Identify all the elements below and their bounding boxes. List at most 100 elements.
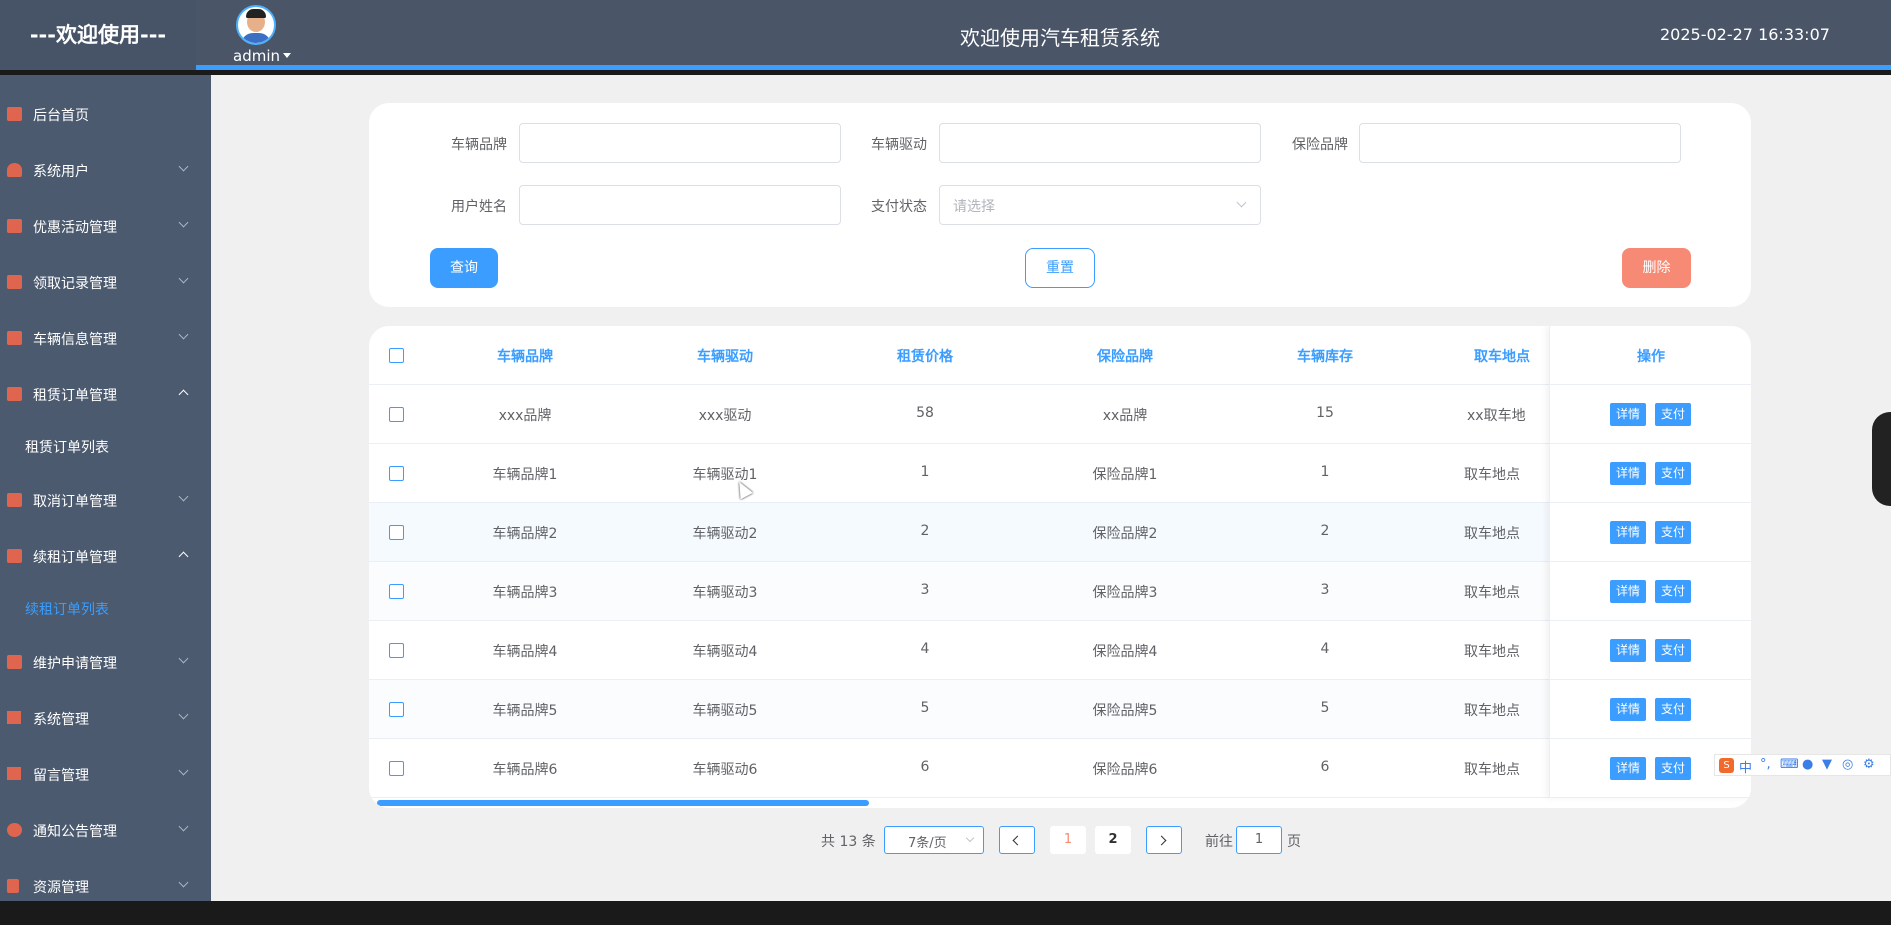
column-header-price[interactable]: 租赁价格 [825,346,1025,366]
column-header-drive[interactable]: 车辆驱动 [625,346,825,366]
query-button[interactable]: 查询 [430,248,498,288]
user-avatar[interactable] [236,5,276,45]
ime-punctuation-icon[interactable]: °, [1760,757,1771,772]
row-checkbox[interactable] [389,407,404,422]
next-page-button[interactable] [1146,826,1182,854]
goto-suffix: 页 [1287,834,1301,850]
table-row[interactable]: 车辆品牌6 车辆驱动6 6 保险品牌6 6 取车地点 [369,739,1751,798]
table-row[interactable]: 车辆品牌3 车辆驱动3 3 保险品牌3 3 取车地点 [369,562,1751,621]
cell-brand: 车辆品牌5 [492,703,558,719]
sidebar-subitem-rental-order-list[interactable]: 租赁订单列表 [25,437,109,457]
chevron-down-icon [965,833,975,843]
horizontal-scrollbar[interactable] [377,800,869,806]
table-row[interactable]: 车辆品牌2 车辆驱动2 2 保险品牌2 2 取车地点 [369,503,1751,562]
pay-button[interactable]: 支付 [1655,580,1691,603]
sidebar-item-messages[interactable]: 留言管理 [0,754,211,794]
column-header-stock[interactable]: 车辆库存 [1225,346,1425,366]
table-row[interactable]: 车辆品牌5 车辆驱动5 5 保险品牌5 5 取车地点 [369,680,1751,739]
cell-stock: 5 [1320,700,1330,716]
delete-button[interactable]: 删除 [1622,248,1691,288]
row-checkbox[interactable] [389,466,404,481]
reset-button[interactable]: 重置 [1025,248,1095,288]
sidebar-item-notices[interactable]: 通知公告管理 [0,810,211,850]
user-menu-dropdown[interactable]: admin [233,47,291,65]
insurance-filter-input[interactable] [1359,123,1681,163]
table-row[interactable]: 车辆品牌4 车辆驱动4 4 保险品牌4 4 取车地点 [369,621,1751,680]
sidebar-item-claim-records[interactable]: 领取记录管理 [0,262,211,302]
detail-button[interactable]: 详情 [1610,521,1646,544]
row-checkbox[interactable] [389,584,404,599]
ime-user-icon[interactable]: ● [1802,757,1813,772]
row-checkbox[interactable] [389,643,404,658]
pay-button[interactable]: 支付 [1655,639,1691,662]
goto-page-input[interactable]: 1 [1236,826,1282,854]
ime-voice-icon[interactable]: ◎ [1842,757,1853,772]
table-row[interactable]: xxx品牌 xxx驱动 58 xx品牌 15 xx取车地 [369,385,1751,444]
sidebar-item-label: 系统用户 [33,164,89,180]
detail-button[interactable]: 详情 [1610,639,1646,662]
page-number-1[interactable]: 1 [1050,826,1086,854]
sidebar-item-promotions[interactable]: 优惠活动管理 [0,206,211,246]
cell-brand: 车辆品牌6 [492,762,558,778]
user-name: admin [233,47,280,65]
sidebar-item-rental-orders[interactable]: 租赁订单管理 [0,374,211,414]
ime-skin-icon[interactable]: ▼ [1822,757,1832,772]
row-checkbox[interactable] [389,702,404,717]
sidebar-item-system-users[interactable]: 系统用户 [0,150,211,190]
sidebar-item-renewal-orders[interactable]: 续租订单管理 [0,536,211,576]
ime-mode-toggle[interactable]: 中 [1739,757,1752,776]
pay-button[interactable]: 支付 [1655,521,1691,544]
pagination-total: 共 13 条 [821,834,876,850]
sidebar-item-label: 维护申请管理 [33,656,117,672]
cell-stock: 15 [1316,405,1334,421]
chart-line-icon [7,655,22,669]
select-all-checkbox[interactable] [389,348,404,363]
sidebar-item-vehicle-info[interactable]: 车辆信息管理 [0,318,211,358]
pay-button[interactable]: 支付 [1655,698,1691,721]
detail-button[interactable]: 详情 [1610,580,1646,603]
avatar-hair-shape [246,9,266,18]
detail-button[interactable]: 详情 [1610,698,1646,721]
sidebar-item-resources[interactable]: 资源管理 [0,866,211,906]
sidebar-item-maintenance[interactable]: 维护申请管理 [0,642,211,682]
cell-brand: xxx品牌 [498,408,552,424]
page-size-select[interactable]: 7条/页 [884,826,984,854]
cell-price: 6 [920,759,930,775]
sidebar-item-cancel-orders[interactable]: 取消订单管理 [0,480,211,520]
column-header-pickup[interactable]: 取车地点 [1425,346,1549,366]
username-filter-label: 用户姓名 [451,199,507,215]
detail-button[interactable]: 详情 [1610,403,1646,426]
brand-filter-input[interactable] [519,123,841,163]
cell-pickup: xx取车地 [1467,408,1526,424]
sidebar-item-home[interactable]: 后台首页 [0,94,211,134]
column-header-operations: 操作 [1637,349,1665,365]
floating-side-tab[interactable] [1872,412,1891,506]
drive-filter-input[interactable] [939,123,1261,163]
operations-cell: 详情 支付 [1550,621,1751,680]
sidebar-subitem-renewal-order-list[interactable]: 续租订单列表 [25,599,109,619]
ime-toolbar[interactable]: S 中 °, ⌨ ● ▼ ◎ ⚙ [1714,754,1891,776]
table-header-row: 车辆品牌 车辆驱动 租赁价格 保险品牌 车辆库存 取车地点 [369,326,1751,385]
detail-button[interactable]: 详情 [1610,462,1646,485]
column-header-insurance[interactable]: 保险品牌 [1025,346,1225,366]
prev-page-button[interactable] [999,826,1035,854]
pay-button[interactable]: 支付 [1655,403,1691,426]
page-number-2[interactable]: 2 [1095,826,1131,854]
detail-button[interactable]: 详情 [1610,757,1646,780]
column-header-brand[interactable]: 车辆品牌 [425,346,625,366]
table-row[interactable]: 车辆品牌1 车辆驱动1 1 保险品牌1 1 取车地点 [369,444,1751,503]
operations-header: 操作 [1550,326,1751,385]
sidebar-item-system-management[interactable]: 系统管理 [0,698,211,738]
row-checkbox[interactable] [389,525,404,540]
chevron-down-icon [178,821,189,832]
cell-brand: 车辆品牌1 [492,467,558,483]
row-checkbox[interactable] [389,761,404,776]
pay-button[interactable]: 支付 [1655,462,1691,485]
pay-button[interactable]: 支付 [1655,757,1691,780]
ime-keyboard-icon[interactable]: ⌨ [1780,757,1799,772]
cell-brand: 车辆品牌2 [492,526,558,542]
pay-status-select[interactable]: 请选择 [939,185,1261,225]
username-filter-input[interactable] [519,185,841,225]
operations-cell: 详情 支付 [1550,503,1751,562]
ime-settings-icon[interactable]: ⚙ [1863,757,1875,772]
